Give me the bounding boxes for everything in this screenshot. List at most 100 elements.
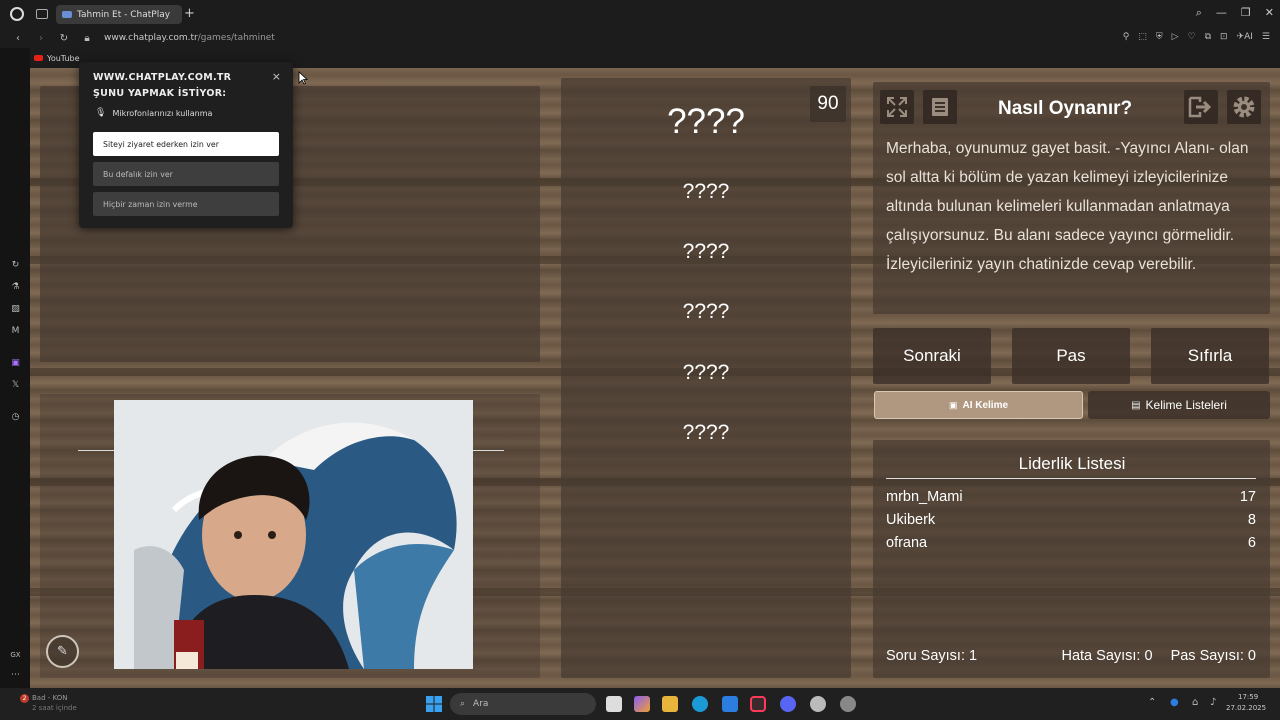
webcam-image <box>114 400 473 669</box>
mouse-cursor-icon <box>298 71 308 85</box>
search-tabs-icon[interactable]: ⌕ <box>1196 6 1202 20</box>
next-button[interactable]: Sonraki <box>873 328 991 384</box>
reload-icon[interactable]: ↻ <box>59 33 69 44</box>
never-allow-button[interactable]: Hiçbir zaman izin verme <box>93 192 279 216</box>
extensions-icon[interactable]: ⧉ <box>1205 32 1211 42</box>
fullscreen-icon <box>887 97 907 117</box>
notification-widget[interactable]: 2 Bad - KON 2 saat içinde <box>10 694 130 716</box>
m-app-icon[interactable]: M <box>10 326 21 337</box>
obs-icon[interactable] <box>810 696 826 712</box>
pen-button[interactable]: ✎ <box>46 635 79 668</box>
more-icon[interactable]: ⋯ <box>10 670 21 681</box>
play-icon[interactable]: ▷ <box>1172 32 1179 42</box>
minimize-icon[interactable]: — <box>1216 6 1227 20</box>
opera-gx-icon[interactable] <box>750 696 766 712</box>
opera-logo-icon[interactable] <box>10 7 24 21</box>
pass-button[interactable]: Pas <box>1012 328 1130 384</box>
tray-network-icon[interactable]: ⌂ <box>1192 697 1198 708</box>
menu-icon[interactable]: ☰ <box>1262 32 1270 42</box>
url-path: /games/tahminet <box>197 33 275 43</box>
popup-close-icon[interactable]: × <box>272 70 281 83</box>
address-bar-actions: ⚲ ⬚ ⛨ ▷ ♡ ⧉ ⊡ ✈AI ☰ <box>1123 32 1270 42</box>
error-count: Hata Sayısı: 0 <box>1061 648 1153 664</box>
leaderboard-row: ofrana 6 <box>886 535 1256 551</box>
store-icon[interactable] <box>722 696 738 712</box>
forbidden-word: ???? <box>682 180 730 203</box>
taskbar-date[interactable]: 27.02.2025 <box>1226 704 1266 712</box>
player-score: 17 <box>1239 489 1256 505</box>
tab-active[interactable]: Tahmin Et - ChatPlay <box>56 5 182 24</box>
player-name: ofrana <box>886 535 928 551</box>
tab-overview-icon[interactable] <box>36 9 48 19</box>
back-icon[interactable]: ‹ <box>13 33 23 44</box>
close-window-icon[interactable]: ✕ <box>1265 6 1274 20</box>
taskbar-time[interactable]: 17:59 <box>1238 693 1258 701</box>
settings-button[interactable] <box>1227 90 1261 124</box>
windows-start-icon[interactable] <box>426 696 442 712</box>
gx-label[interactable]: GX <box>10 650 21 661</box>
copilot-icon[interactable] <box>634 696 650 712</box>
notification-subtitle: 2 saat içinde <box>32 704 77 712</box>
pass-count: Pas Sayısı: 0 <box>1170 648 1256 664</box>
leaderboard-panel <box>873 440 1270 678</box>
player-name: Ukiberk <box>886 512 936 528</box>
edge-icon[interactable] <box>692 696 708 712</box>
history-icon[interactable]: ↻ <box>10 260 21 271</box>
clipboard-icon: ▤ <box>1131 399 1141 411</box>
address-bar: ‹ › ↻ 🔒︎ www.chatplay.com.tr/games/tahmi… <box>0 28 1280 48</box>
exit-button[interactable] <box>1184 90 1218 124</box>
permission-label: Mikrofonlarınızı kullanma <box>112 108 213 118</box>
wallet-icon[interactable]: ⊡ <box>1220 32 1228 42</box>
tray-app-icon[interactable]: ● <box>1170 697 1179 708</box>
search-icon: ⌕ <box>460 699 466 709</box>
allow-on-visit-button[interactable]: Siteyi ziyaret ederken izin ver <box>93 132 279 156</box>
flask-icon[interactable]: ⚗ <box>10 282 21 293</box>
snapshot-icon[interactable]: ⬚ <box>1138 32 1147 42</box>
forward-icon[interactable]: › <box>36 33 46 44</box>
tab-title: Tahmin Et - ChatPlay <box>77 9 171 20</box>
leaderboard-title: Liderlik Listesi <box>1018 454 1126 473</box>
clock-icon[interactable]: ◷ <box>10 412 21 423</box>
discord-icon[interactable] <box>780 696 796 712</box>
leaderboard-row: mrbn_Mami 17 <box>886 489 1256 505</box>
x-icon[interactable]: 𝕏 <box>10 380 21 391</box>
word-lists-label: Kelime Listeleri <box>1145 398 1227 412</box>
allow-once-button[interactable]: Bu defalık izin ver <box>93 162 279 186</box>
task-view-icon[interactable] <box>606 696 622 712</box>
exit-icon <box>1188 96 1212 118</box>
webcam-feed <box>114 400 473 669</box>
youtube-icon <box>34 55 43 61</box>
notes-icon[interactable]: ▨ <box>10 304 21 315</box>
file-explorer-icon[interactable] <box>662 696 678 712</box>
notes-button[interactable] <box>923 90 957 124</box>
app-icon[interactable] <box>840 696 856 712</box>
heart-icon[interactable]: ♡ <box>1188 32 1196 42</box>
stats-bar: Soru Sayısı: 1 Hata Sayısı: 0 Pas Sayısı… <box>886 648 1256 664</box>
popup-title: WWW.CHATPLAY.COM.TR ŞUNU YAPMAK İSTİYOR: <box>93 72 232 99</box>
tab-favicon-icon <box>62 11 72 18</box>
bookmark-youtube[interactable]: YouTube <box>47 54 80 63</box>
fullscreen-button[interactable] <box>880 90 914 124</box>
player-score: 8 <box>1247 512 1256 528</box>
taskbar-search[interactable]: ⌕ Ara <box>450 693 596 715</box>
main-word: ???? <box>667 102 745 141</box>
ai-word-button[interactable]: ▣ AI Kelime <box>874 391 1083 419</box>
player-name: mrbn_Mami <box>886 489 963 505</box>
pin-icon[interactable]: ⚲ <box>1123 32 1130 42</box>
twitch-icon[interactable]: ▣ <box>10 358 21 369</box>
reset-button[interactable]: Sıfırla <box>1151 328 1269 384</box>
restore-icon[interactable]: ❐ <box>1241 6 1251 20</box>
tray-volume-icon[interactable]: ♪ <box>1210 697 1216 708</box>
new-tab-button[interactable]: + <box>184 6 195 21</box>
shield-icon[interactable]: ⛨ <box>1156 32 1163 42</box>
question-count: Soru Sayısı: 1 <box>886 648 978 664</box>
forbidden-word: ???? <box>682 240 730 263</box>
robot-icon: ▣ <box>948 399 958 410</box>
word-lists-button[interactable]: ▤ Kelime Listeleri <box>1088 391 1270 419</box>
url-field[interactable]: www.chatplay.com.tr/games/tahminet <box>104 33 275 43</box>
microphone-permission-popup: WWW.CHATPLAY.COM.TR ŞUNU YAPMAK İSTİYOR:… <box>79 62 293 228</box>
help-title: Nasıl Oynanır? <box>998 98 1133 119</box>
tray-chevron-icon[interactable]: ⌃ <box>1148 697 1156 708</box>
notification-badge: 2 <box>20 694 29 703</box>
ai-button[interactable]: ✈AI <box>1237 32 1253 42</box>
